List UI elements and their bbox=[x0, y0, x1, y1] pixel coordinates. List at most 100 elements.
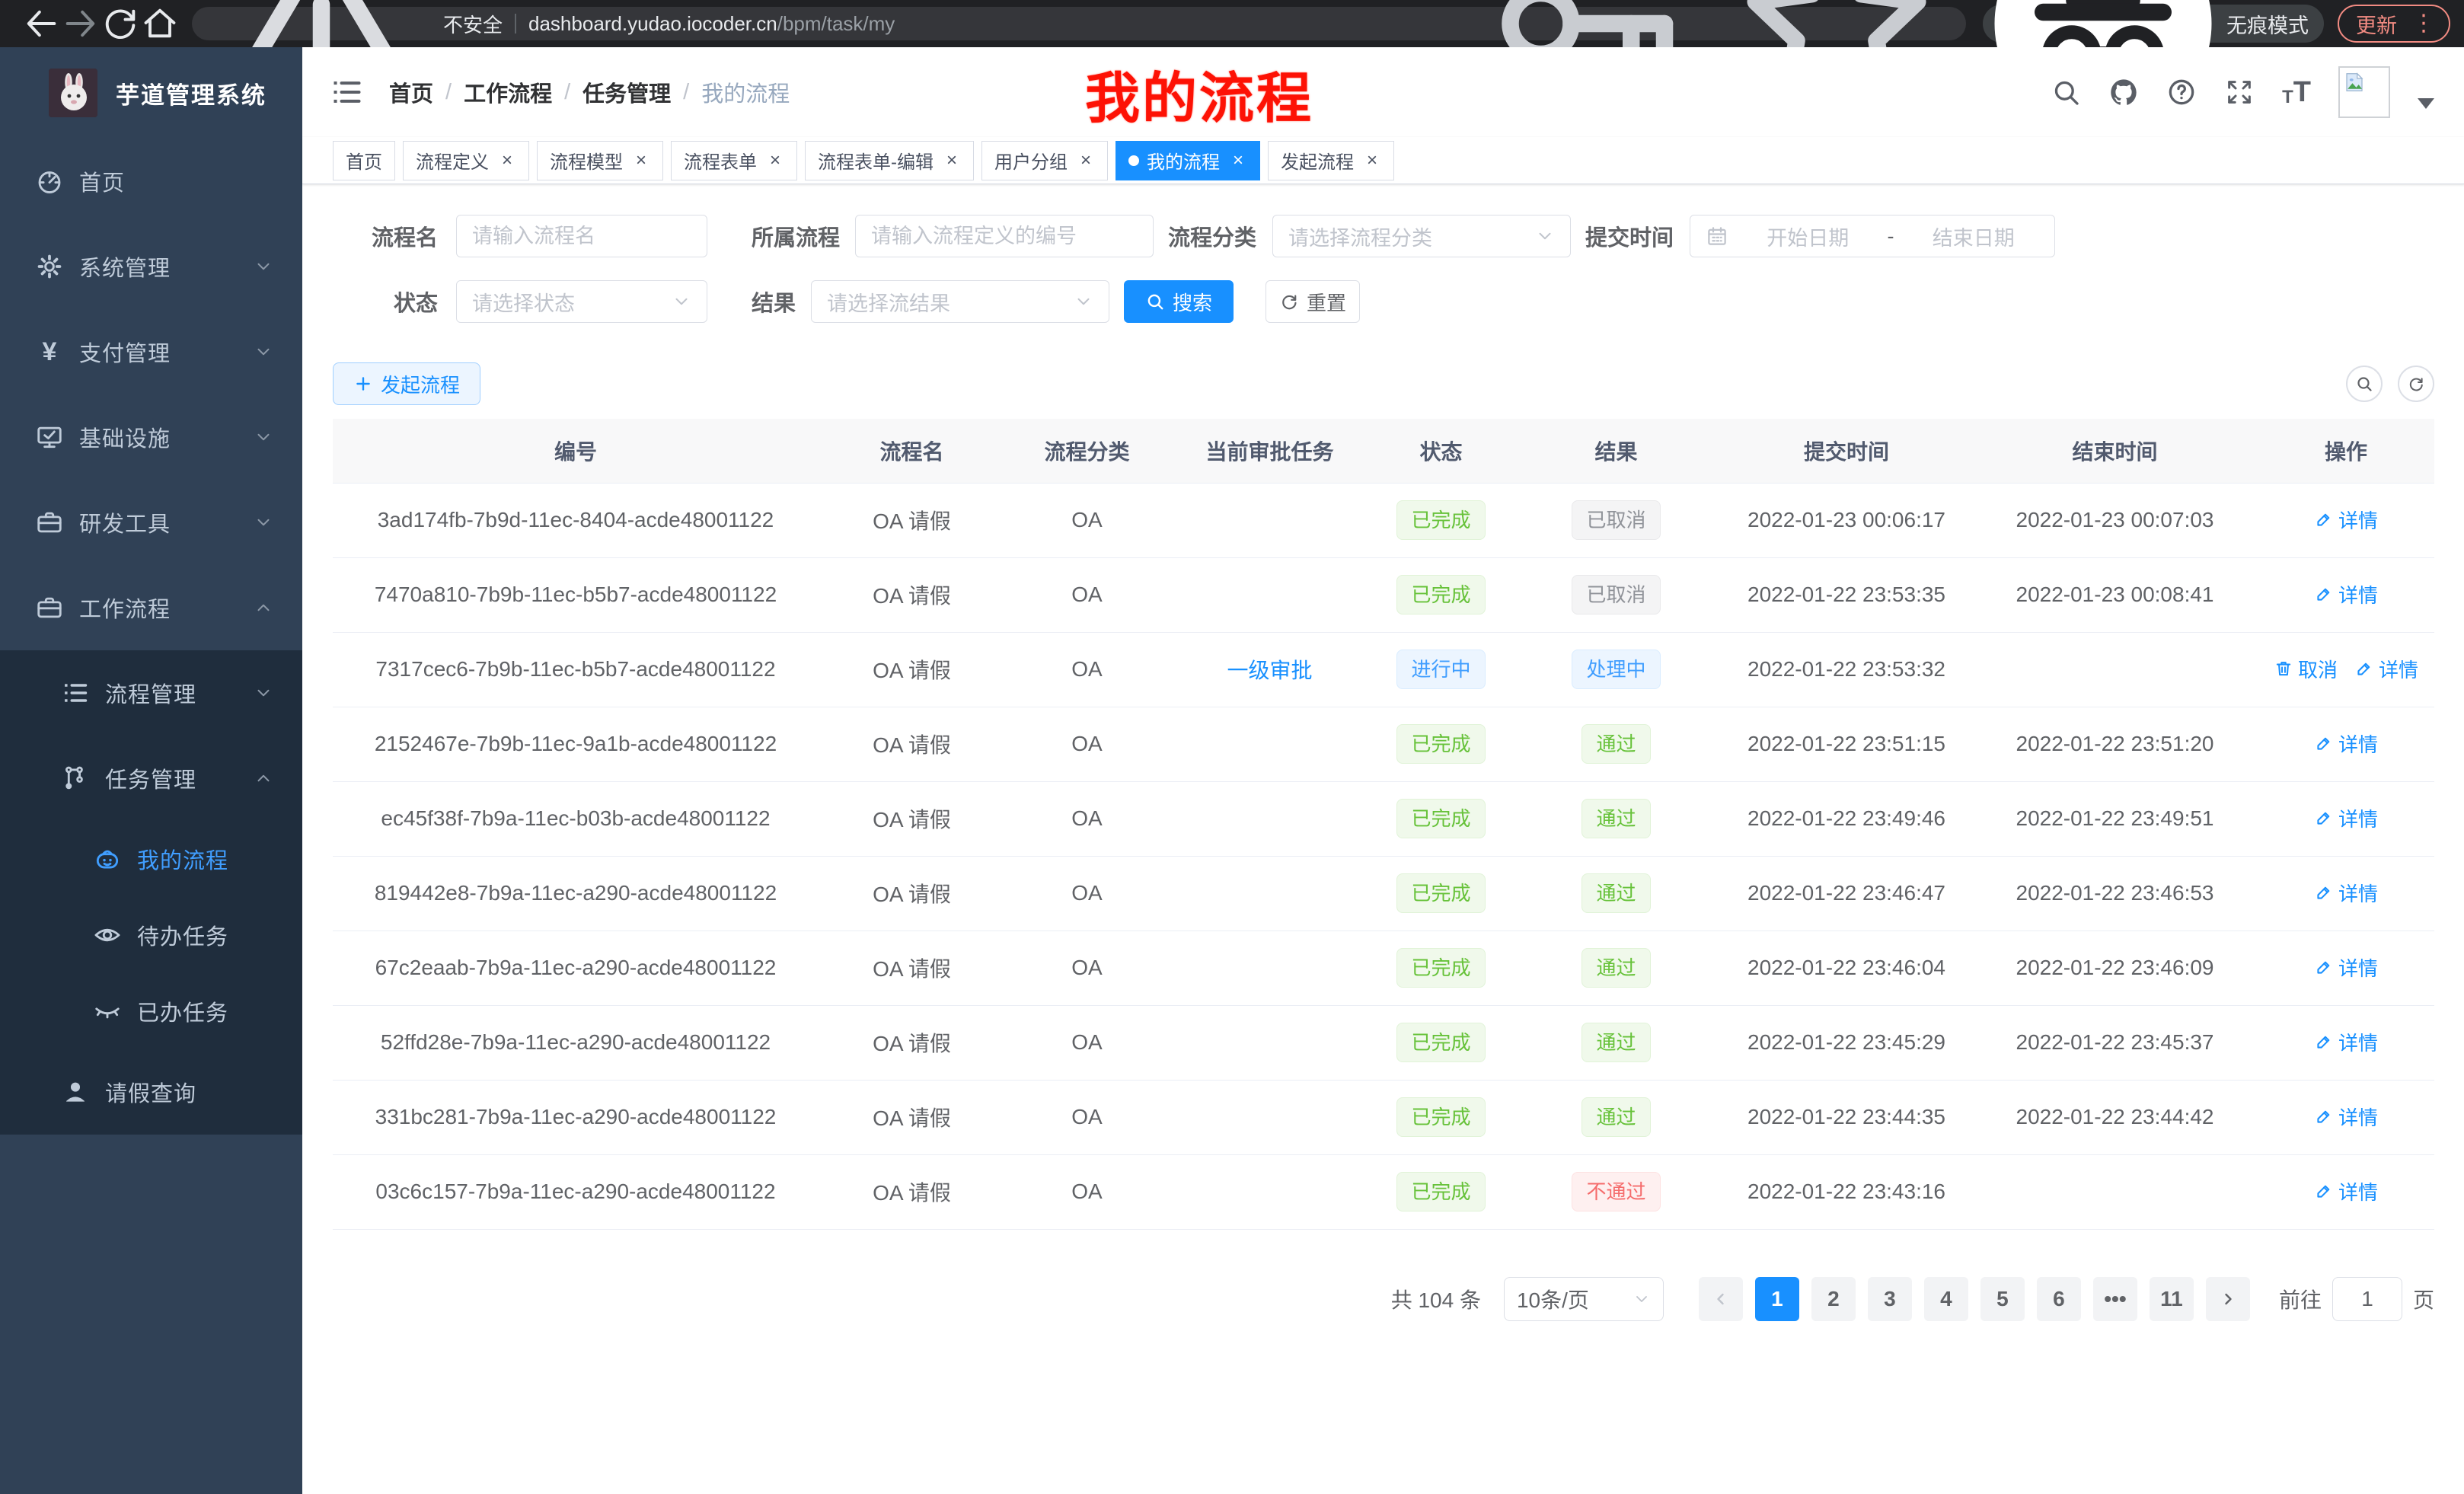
sidebar-item-5[interactable]: 研发工具 bbox=[0, 480, 302, 565]
sidebar-subitem-4[interactable]: 待办任务 bbox=[0, 897, 302, 973]
filter-label-process: 所属流程 bbox=[752, 220, 840, 252]
search-icon[interactable] bbox=[2051, 77, 2081, 107]
help-icon[interactable] bbox=[2166, 77, 2197, 107]
avatar[interactable] bbox=[2338, 66, 2390, 118]
detail-link[interactable]: 详情 bbox=[2354, 655, 2418, 683]
close-icon[interactable]: × bbox=[766, 150, 784, 171]
chevron-down-icon bbox=[1535, 226, 1555, 246]
sidebar-item-2[interactable]: 系统管理 bbox=[0, 224, 302, 309]
page-button-4[interactable]: 4 bbox=[1924, 1277, 1968, 1321]
tab-1[interactable]: 首页 bbox=[333, 141, 395, 180]
process-name-input[interactable] bbox=[456, 215, 707, 257]
cell-result: 通过 bbox=[1511, 1080, 1721, 1154]
page-button-11[interactable]: 11 bbox=[2150, 1277, 2194, 1321]
fullscreen-icon[interactable] bbox=[2224, 77, 2255, 107]
cell-actions: 详情 bbox=[2258, 856, 2434, 931]
sidebar-subitem-3[interactable]: 我的流程 bbox=[0, 821, 302, 897]
cell-category: OA bbox=[1005, 483, 1169, 557]
tab-3[interactable]: 流程模型× bbox=[537, 141, 663, 180]
task-link[interactable]: 一级审批 bbox=[1227, 659, 1312, 682]
tab-5[interactable]: 流程表单-编辑× bbox=[805, 141, 974, 180]
close-icon[interactable]: × bbox=[943, 150, 961, 171]
close-icon[interactable]: × bbox=[1363, 150, 1381, 171]
result-badge: 不通过 bbox=[1572, 1172, 1660, 1211]
detail-link[interactable]: 详情 bbox=[2314, 729, 2378, 758]
sidebar-item-6[interactable]: 工作流程 bbox=[0, 565, 302, 650]
cell-result: 通过 bbox=[1511, 781, 1721, 856]
tab-7[interactable]: 我的流程× bbox=[1116, 141, 1260, 180]
url-bar[interactable]: 不安全 dashboard.yudao.iocoder.cn/bpm/task/… bbox=[192, 7, 1966, 40]
breadcrumb-item[interactable]: 任务管理 bbox=[582, 76, 671, 108]
status-badge: 已完成 bbox=[1396, 799, 1485, 838]
sidebar-subitem-6[interactable]: 请假查询 bbox=[0, 1049, 302, 1135]
chevron-down-icon bbox=[254, 342, 273, 362]
close-icon[interactable]: × bbox=[632, 150, 650, 171]
sidebar-item-1[interactable]: 首页 bbox=[0, 139, 302, 224]
reset-button[interactable]: 重置 bbox=[1266, 280, 1360, 323]
close-icon[interactable]: × bbox=[1077, 150, 1095, 171]
submit-time-range[interactable]: 开始日期 - 结束日期 bbox=[1690, 215, 2055, 257]
tab-4[interactable]: 流程表单× bbox=[671, 141, 797, 180]
sidebar-item-3[interactable]: ¥支付管理 bbox=[0, 309, 302, 394]
menu-dots-icon[interactable]: ⋮ bbox=[2408, 12, 2440, 35]
sidebar-item-4[interactable]: 基础设施 bbox=[0, 394, 302, 480]
font-size-icon[interactable]: TT bbox=[2282, 78, 2311, 107]
back-icon[interactable] bbox=[21, 4, 61, 43]
chevron-down-icon bbox=[254, 683, 273, 703]
result-select[interactable]: 请选择流结果 bbox=[811, 280, 1109, 323]
refresh-list-button[interactable] bbox=[2398, 366, 2434, 402]
breadcrumb-item[interactable]: 首页 bbox=[389, 76, 433, 108]
sidebar-subitem-2[interactable]: 任务管理 bbox=[0, 736, 302, 821]
detail-link[interactable]: 详情 bbox=[2314, 506, 2378, 534]
close-icon[interactable]: × bbox=[498, 150, 516, 171]
caret-down-icon[interactable] bbox=[2418, 98, 2434, 109]
status-select[interactable]: 请选择状态 bbox=[456, 280, 707, 323]
browser-chrome: 不安全 dashboard.yudao.iocoder.cn/bpm/task/… bbox=[0, 0, 2464, 47]
forward-icon[interactable] bbox=[61, 4, 101, 43]
eye-icon bbox=[93, 921, 122, 950]
detail-link[interactable]: 详情 bbox=[2314, 1028, 2378, 1056]
cell-result: 处理中 bbox=[1511, 632, 1721, 707]
page-button-3[interactable]: 3 bbox=[1868, 1277, 1912, 1321]
column-header: 结果 bbox=[1511, 419, 1721, 483]
page-button-2[interactable]: 2 bbox=[1811, 1277, 1856, 1321]
cell-status: 已完成 bbox=[1371, 931, 1511, 1005]
edit-icon bbox=[2354, 659, 2374, 678]
cancel-link[interactable]: 取消 bbox=[2274, 655, 2338, 683]
detail-link[interactable]: 详情 bbox=[2314, 879, 2378, 907]
page-button-1[interactable]: 1 bbox=[1755, 1277, 1799, 1321]
cell-task bbox=[1169, 1080, 1371, 1154]
create-process-button[interactable]: 发起流程 bbox=[333, 362, 480, 405]
process-definition-input[interactable] bbox=[855, 215, 1154, 257]
tab-6[interactable]: 用户分组× bbox=[981, 141, 1108, 180]
page-button-5[interactable]: 5 bbox=[1980, 1277, 2025, 1321]
github-icon[interactable] bbox=[2108, 77, 2139, 107]
search-button[interactable]: 搜索 bbox=[1124, 280, 1234, 323]
goto-page-input[interactable] bbox=[2332, 1277, 2402, 1321]
status-badge: 已完成 bbox=[1396, 500, 1485, 540]
detail-link[interactable]: 详情 bbox=[2314, 580, 2378, 608]
detail-link[interactable]: 详情 bbox=[2314, 953, 2378, 982]
edit-icon bbox=[2314, 883, 2334, 902]
page-size-select[interactable]: 10条/页 bbox=[1504, 1277, 1664, 1321]
prev-page-button[interactable] bbox=[1699, 1277, 1743, 1321]
app-logo[interactable]: 芋道管理系统 bbox=[0, 47, 302, 139]
page-ellipsis[interactable]: ••• bbox=[2093, 1277, 2137, 1321]
update-button[interactable]: 更新 ⋮ bbox=[2338, 5, 2450, 43]
sidebar-collapse-icon[interactable] bbox=[330, 75, 363, 109]
detail-link[interactable]: 详情 bbox=[2314, 804, 2378, 832]
tab-8[interactable]: 发起流程× bbox=[1268, 141, 1394, 180]
detail-link[interactable]: 详情 bbox=[2314, 1103, 2378, 1131]
category-select[interactable]: 请选择流程分类 bbox=[1272, 215, 1571, 257]
tab-2[interactable]: 流程定义× bbox=[403, 141, 529, 180]
next-page-button[interactable] bbox=[2206, 1277, 2250, 1321]
reload-icon[interactable] bbox=[101, 4, 140, 43]
close-icon[interactable]: × bbox=[1229, 150, 1247, 171]
detail-link[interactable]: 详情 bbox=[2314, 1177, 2378, 1205]
page-button-6[interactable]: 6 bbox=[2037, 1277, 2081, 1321]
breadcrumb-item[interactable]: 工作流程 bbox=[464, 76, 552, 108]
sidebar-subitem-5[interactable]: 已办任务 bbox=[0, 973, 302, 1049]
sidebar-subitem-1[interactable]: 流程管理 bbox=[0, 650, 302, 736]
home-icon[interactable] bbox=[140, 4, 180, 43]
hide-search-button[interactable] bbox=[2346, 366, 2383, 402]
